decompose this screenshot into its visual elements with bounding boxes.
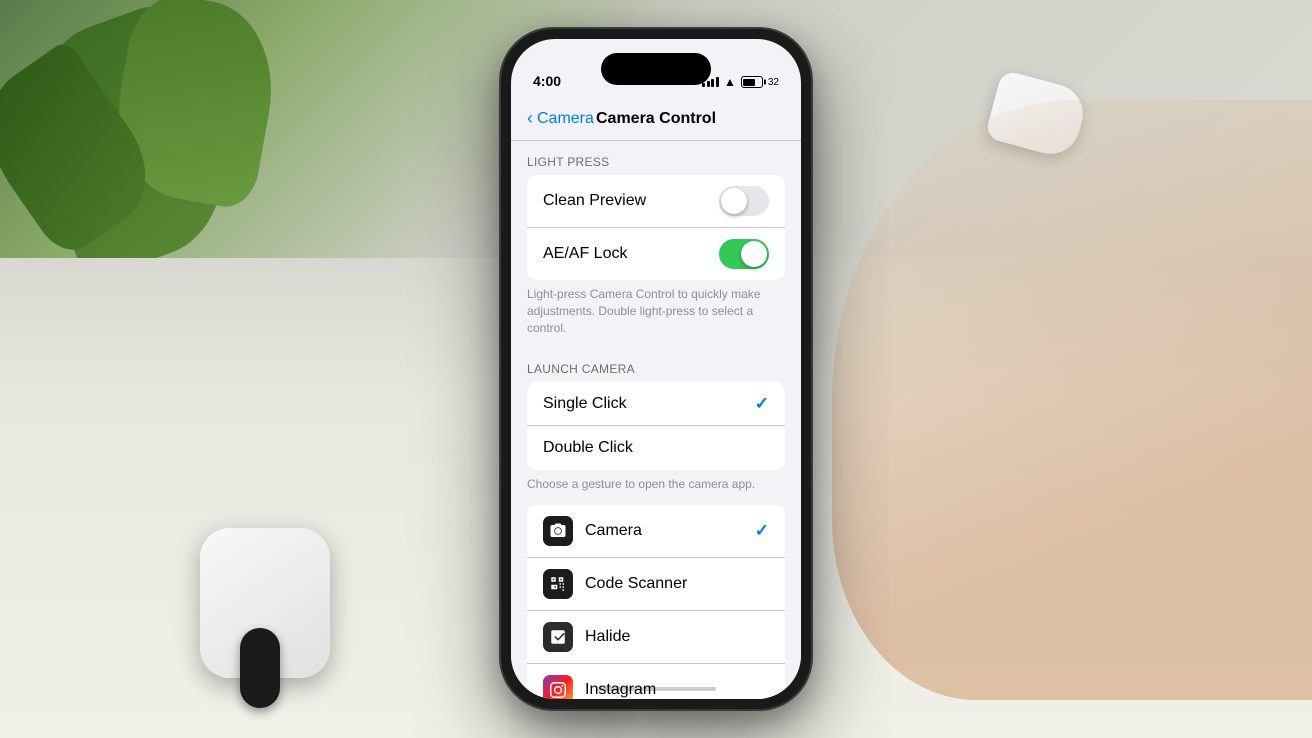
settings-content: LIGHT PRESS Clean Preview AE/AF Lock bbox=[511, 141, 801, 699]
apps-section: Camera ✓ Code Scanner bbox=[511, 505, 801, 699]
single-click-checkmark: ✓ bbox=[755, 394, 769, 414]
camera-app-icon bbox=[543, 516, 573, 546]
page-title: Camera Control bbox=[596, 110, 716, 128]
toggle-knob bbox=[721, 188, 747, 214]
light-press-group: Clean Preview AE/AF Lock bbox=[527, 175, 785, 280]
double-click-label: Double Click bbox=[543, 439, 633, 457]
double-click-row[interactable]: Double Click bbox=[527, 426, 785, 470]
chevron-left-icon: ‹ bbox=[527, 108, 533, 129]
battery-icon bbox=[741, 76, 763, 88]
code-scanner-label: Code Scanner bbox=[585, 575, 687, 593]
instagram-icon bbox=[543, 675, 573, 699]
navigation-bar: ‹ Camera Camera Control bbox=[511, 97, 801, 141]
single-click-label: Single Click bbox=[543, 395, 627, 413]
camera-app-label: Camera bbox=[585, 522, 642, 540]
dynamic-island bbox=[601, 53, 711, 85]
hand-overlay bbox=[832, 100, 1312, 700]
iphone-device: 4:00 ▲ 32 ‹ Camera Camera C bbox=[501, 29, 811, 709]
clean-preview-toggle[interactable] bbox=[719, 186, 769, 216]
light-press-description: Light-press Camera Control to quickly ma… bbox=[511, 280, 801, 348]
list-item[interactable]: Instagram bbox=[527, 664, 785, 699]
list-item[interactable]: Halide bbox=[527, 611, 785, 664]
list-item[interactable]: Code Scanner bbox=[527, 558, 785, 611]
clean-preview-row[interactable]: Clean Preview bbox=[527, 175, 785, 228]
toggle-knob bbox=[741, 241, 767, 267]
light-press-section: LIGHT PRESS Clean Preview AE/AF Lock bbox=[511, 141, 801, 348]
aeaf-lock-row[interactable]: AE/AF Lock bbox=[527, 228, 785, 280]
halide-label: Halide bbox=[585, 628, 630, 646]
wifi-icon: ▲ bbox=[724, 75, 736, 89]
back-button[interactable]: ‹ Camera bbox=[527, 108, 594, 129]
camera-app-checkmark: ✓ bbox=[755, 521, 769, 541]
airpods-keychain bbox=[240, 628, 280, 708]
launch-camera-description: Choose a gesture to open the camera app. bbox=[511, 470, 801, 505]
launch-camera-header: LAUNCH CAMERA bbox=[511, 348, 801, 382]
clean-preview-label: Clean Preview bbox=[543, 192, 646, 210]
launch-camera-group: Single Click ✓ Double Click bbox=[527, 382, 785, 470]
iphone-screen: 4:00 ▲ 32 ‹ Camera Camera C bbox=[511, 39, 801, 699]
home-indicator bbox=[596, 687, 716, 691]
launch-camera-section: LAUNCH CAMERA Single Click ✓ Double Clic… bbox=[511, 348, 801, 505]
status-time: 4:00 bbox=[533, 73, 561, 89]
list-item[interactable]: Camera ✓ bbox=[527, 505, 785, 558]
light-press-header: LIGHT PRESS bbox=[511, 141, 801, 175]
aeaf-lock-label: AE/AF Lock bbox=[543, 245, 627, 263]
status-icons: ▲ 32 bbox=[702, 75, 779, 89]
single-click-row[interactable]: Single Click ✓ bbox=[527, 382, 785, 426]
code-scanner-icon bbox=[543, 569, 573, 599]
halide-icon bbox=[543, 622, 573, 652]
apps-group: Camera ✓ Code Scanner bbox=[527, 505, 785, 699]
battery-percent: 32 bbox=[768, 77, 779, 88]
back-label: Camera bbox=[537, 110, 594, 128]
aeaf-lock-toggle[interactable] bbox=[719, 239, 769, 269]
